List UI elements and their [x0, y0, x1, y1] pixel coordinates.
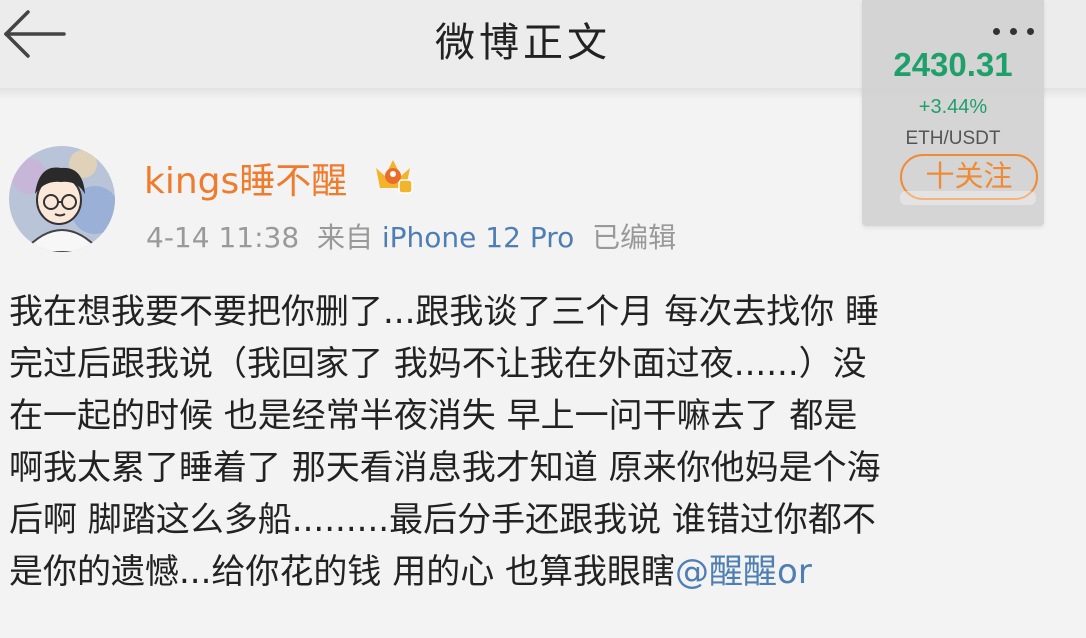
post-timestamp: 4-14 11:38: [146, 221, 300, 254]
crown-member-badge-icon: [372, 154, 414, 196]
avatar-illustration: [9, 146, 115, 252]
post-content: 我在想我要不要把你删了...跟我谈了三个月 每次去找你 睡 完过后跟我说（我回家…: [9, 286, 1069, 598]
post-text-line: 我在想我要不要把你删了...跟我谈了三个月 每次去找你 睡: [9, 292, 880, 332]
post-meta: 4-14 11:38 来自 iPhone 12 Pro 已编辑: [146, 216, 676, 256]
more-dots-icon: [993, 28, 1000, 35]
ticker-price: 2430.31: [893, 46, 1013, 83]
ticker-change: +3.44%: [918, 96, 988, 118]
post-text-line-last: 是你的遗憾...给你花的钱 用的心 也算我眼瞎@醒醒or: [9, 546, 1069, 598]
avatar[interactable]: [9, 146, 115, 252]
user-mention-link[interactable]: @醒醒or: [675, 552, 812, 592]
source-device-link[interactable]: iPhone 12 Pro: [382, 221, 574, 254]
post-text-line: 在一起的时候 也是经常半夜消失 早上一问干嘛去了 都是: [9, 396, 858, 436]
edited-label: 已编辑: [592, 221, 677, 254]
author-name[interactable]: kings睡不醒: [144, 152, 347, 204]
more-options-button[interactable]: [985, 12, 1045, 48]
more-dots-icon: [1010, 28, 1017, 35]
ticker-pair: ETH/USDT: [905, 128, 1001, 149]
post-text-line: 后啊 脚踏这么多船.........最后分手还跟我说 谁错过你都不: [9, 500, 876, 540]
more-dots-icon: [1027, 28, 1034, 35]
watermark: [900, 191, 1036, 205]
post-text-line: 完过后跟我说（我回家了 我妈不让我在外面过夜......）没: [9, 344, 867, 384]
post-text-segment: 是你的遗憾...给你花的钱 用的心 也算我眼瞎: [9, 552, 676, 592]
source-prefix: 来自: [316, 221, 373, 254]
post-text-line: 啊我太累了睡着了 那天看消息我才知道 原来你他妈是个海: [9, 448, 881, 488]
